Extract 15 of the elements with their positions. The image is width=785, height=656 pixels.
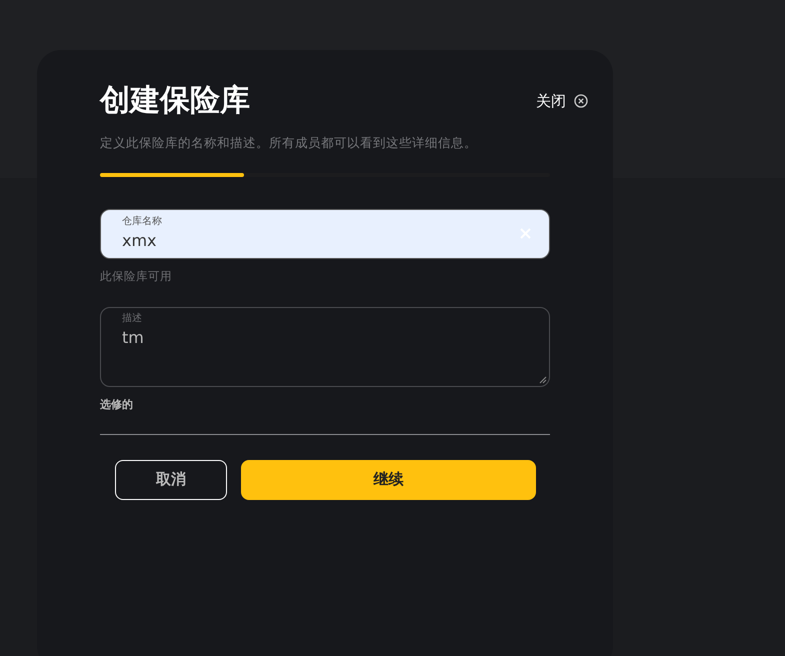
description-field[interactable]: 描述 tm [100,307,550,387]
resize-handle-icon[interactable] [539,376,547,384]
close-icon [574,94,588,108]
close-button[interactable]: 关闭 [536,90,588,112]
continue-button[interactable]: 继续 [241,460,536,500]
field-label: 仓库名称 [122,216,162,227]
dialog-description: 定义此保险库的名称和描述。所有成员都可以看到这些详细信息。 [100,134,478,152]
name-field[interactable]: 仓库名称 xmx [100,208,550,259]
field-value: tm [122,328,145,348]
cancel-button[interactable]: 取消 [115,460,227,500]
optional-hint: 选修的 [100,397,134,413]
field-label: 描述 [122,314,143,324]
availability-hint: 此保险库可用 [100,268,173,285]
dialog-title: 创建保险库 [100,86,250,116]
field-value: xmx [122,230,158,251]
